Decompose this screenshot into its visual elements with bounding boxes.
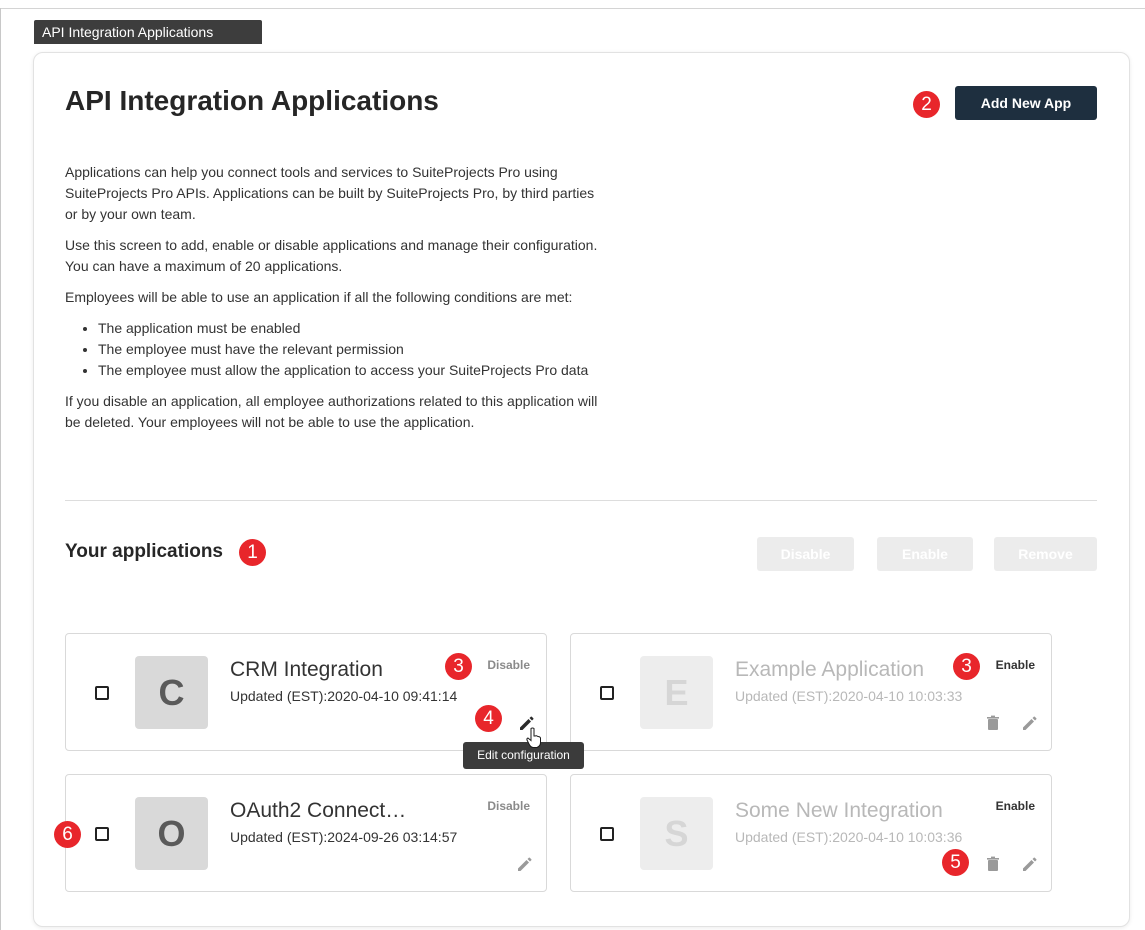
app-card-example-application: E Example Application Updated (EST):2020…	[570, 633, 1052, 751]
callout-badge-5: 5	[942, 849, 969, 876]
callout-badge-3: 3	[445, 653, 472, 680]
callout-badge-6: 6	[54, 821, 81, 848]
app-disable-link[interactable]: Disable	[487, 658, 530, 672]
description-paragraph: Employees will be able to use an applica…	[65, 289, 573, 305]
app-name: Some New Integration	[735, 799, 943, 822]
app-select-checkbox[interactable]	[95, 827, 109, 841]
app-name: CRM Integration	[230, 658, 383, 681]
condition-item: The application must be enabled	[98, 318, 610, 339]
app-disable-link[interactable]: Disable	[487, 799, 530, 813]
callout-badge-4: 4	[475, 705, 502, 732]
page-title: API Integration Applications	[65, 85, 439, 116]
condition-item: The employee must allow the application …	[98, 360, 610, 381]
your-applications-title: Your applications	[65, 541, 224, 562]
app-avatar: C	[135, 656, 208, 729]
window-left-border	[0, 8, 1, 930]
app-select-checkbox[interactable]	[600, 827, 614, 841]
conditions-list: The application must be enabled The empl…	[65, 318, 610, 381]
app-enable-link[interactable]: Enable	[996, 799, 1035, 813]
app-avatar: E	[640, 656, 713, 729]
app-card-crm-integration: C CRM Integration Updated (EST):2020-04-…	[65, 633, 547, 751]
pencil-icon[interactable]	[516, 855, 534, 873]
description-footer: If you disable an application, all emplo…	[65, 393, 598, 430]
app-updated-timestamp: Updated (EST):2024-09-26 03:14:57	[230, 829, 458, 845]
app-avatar: O	[135, 797, 208, 870]
add-new-app-button[interactable]: Add New App	[955, 86, 1097, 120]
pencil-icon[interactable]	[1021, 855, 1039, 873]
app-select-checkbox[interactable]	[95, 686, 109, 700]
condition-item: The employee must have the relevant perm…	[98, 339, 610, 360]
app-select-checkbox[interactable]	[600, 686, 614, 700]
page-description: Applications can help you connect tools …	[65, 162, 610, 443]
app-name: Example Application	[735, 658, 925, 681]
description-paragraph: Applications can help you connect tools …	[65, 164, 595, 222]
app-updated-timestamp: Updated (EST):2020-04-10 09:41:14	[230, 688, 458, 704]
app-card-some-new-integration: S Some New Integration Updated (EST):202…	[570, 774, 1052, 892]
bulk-enable-button[interactable]: Enable	[877, 537, 973, 571]
description-paragraph: Use this screen to add, enable or disabl…	[65, 237, 598, 274]
bulk-remove-button[interactable]: Remove	[994, 537, 1097, 571]
app-avatar: S	[640, 797, 713, 870]
page-tab-label: API Integration Applications	[34, 20, 262, 44]
callout-badge-2: 2	[913, 91, 940, 118]
pencil-icon[interactable]	[1021, 714, 1039, 732]
app-name: OAuth2 Connector Application	[230, 799, 410, 822]
callout-badge-1: 1	[239, 539, 266, 566]
callout-badge-3: 3	[953, 653, 980, 680]
trash-icon[interactable]	[984, 714, 1002, 732]
app-updated-timestamp: Updated (EST):2020-04-10 10:03:33	[735, 688, 963, 704]
app-card-oauth2-connector: O OAuth2 Connector Application Updated (…	[65, 774, 547, 892]
edit-configuration-tooltip: Edit configuration	[463, 742, 584, 769]
hand-pointer-icon	[526, 727, 541, 748]
bulk-disable-button[interactable]: Disable	[757, 537, 854, 571]
window-top-border	[0, 8, 1145, 9]
section-divider	[65, 500, 1097, 501]
app-updated-timestamp: Updated (EST):2020-04-10 10:03:36	[735, 829, 963, 845]
trash-icon[interactable]	[984, 855, 1002, 873]
app-enable-link[interactable]: Enable	[996, 658, 1035, 672]
